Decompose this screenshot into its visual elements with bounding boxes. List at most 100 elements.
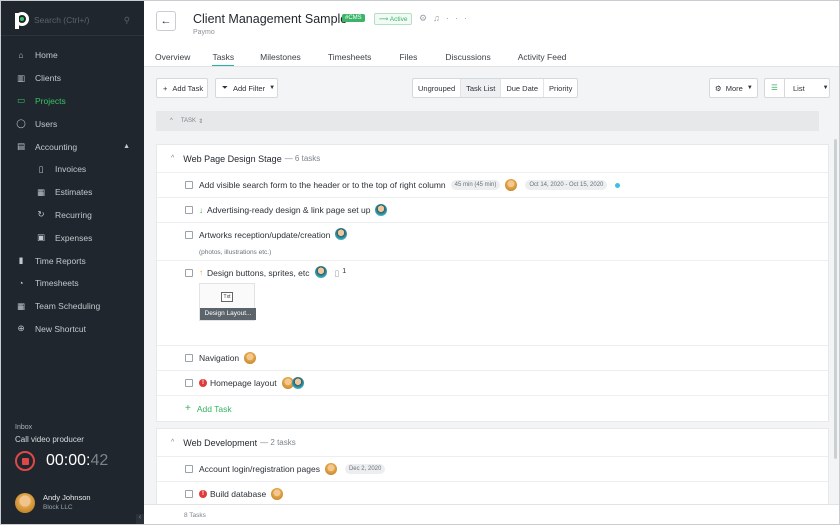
group-name: Web Development	[183, 437, 258, 448]
task-title[interactable]: Homepage layout	[210, 378, 277, 388]
scrollbar[interactable]	[834, 139, 837, 459]
user-icon: ◯	[16, 118, 26, 129]
sidebar-item-new-shortcut[interactable]: ⊕ New Shortcut	[1, 318, 144, 341]
avatar	[505, 179, 518, 191]
group-header[interactable]: ^ Web Page Design Stage — 6 tasks	[157, 145, 828, 173]
accounting-icon: ▤	[16, 141, 26, 152]
tab-discussions[interactable]: Discussions	[445, 52, 490, 66]
task-title[interactable]: Advertising-ready design & link page set…	[207, 205, 370, 215]
tab-milestones[interactable]: Milestones	[260, 52, 301, 66]
sidebar-item-timesheets[interactable]: ◔ Timesheets	[1, 272, 144, 295]
task-checkbox[interactable]	[185, 354, 193, 362]
table-row[interactable]: ↑ Design buttons, sprites, etc ▯ 1 Txt D…	[157, 261, 828, 346]
page-title: Client Management Sample	[193, 12, 348, 26]
sidebar-item-label: Accounting	[35, 141, 78, 152]
tab-bar: Overview Tasks Milestones Timesheets Fil…	[155, 52, 566, 66]
task-checkbox[interactable]	[185, 269, 193, 277]
sidebar-item-expenses[interactable]: ▣ Expenses	[1, 226, 144, 249]
attachment-name: Design Layout...	[200, 308, 256, 320]
table-row[interactable]: ! Homepage layout	[157, 371, 828, 396]
stop-timer-button[interactable]	[15, 451, 35, 471]
task-checkbox[interactable]	[185, 379, 193, 387]
task-count-footer: 8 Tasks	[144, 504, 839, 524]
estimate-icon: ▦	[36, 186, 46, 197]
stop-icon	[21, 457, 29, 465]
gear-icon[interactable]: ⚙	[419, 13, 433, 23]
task-column-header[interactable]: ^ TASK ⇕	[156, 111, 819, 131]
tab-overview[interactable]: Overview	[155, 52, 190, 66]
date-range-badge[interactable]: Oct 14, 2020 - Oct 15, 2020	[525, 180, 608, 190]
add-task-link[interactable]: + Add Task	[157, 396, 828, 421]
task-checkbox[interactable]	[185, 181, 193, 189]
attachment-thumbnail[interactable]: Txt Design Layout...	[199, 283, 256, 321]
group-ungrouped[interactable]: Ungrouped	[413, 79, 462, 97]
group-due-date[interactable]: Due Date	[501, 79, 544, 97]
group-task-list[interactable]: Task List	[461, 79, 502, 97]
gear-icon: ⚙	[715, 83, 722, 93]
table-row[interactable]: Add visible search form to the header or…	[157, 173, 828, 198]
paymo-logo[interactable]	[13, 12, 29, 30]
status-label: Active	[389, 16, 408, 23]
task-title[interactable]: Add visible search form to the header or…	[199, 180, 446, 190]
sidebar-item-home[interactable]: ⌂ Home	[1, 44, 144, 67]
inbox-label[interactable]: Inbox	[15, 424, 32, 431]
sidebar-item-projects[interactable]: ▭ Projects	[1, 90, 144, 113]
task-checkbox[interactable]	[185, 206, 193, 214]
group-priority[interactable]: Priority	[544, 79, 577, 97]
sidebar-item-team-scheduling[interactable]: ▦ Team Scheduling	[1, 295, 144, 318]
status-badge[interactable]: ⟿ Active	[374, 13, 413, 25]
plus-icon: +	[163, 83, 168, 93]
table-row[interactable]: ↓ Advertising-ready design & link page s…	[157, 198, 828, 223]
task-title[interactable]: Navigation	[199, 353, 239, 363]
add-task-button[interactable]: + Add Task	[156, 78, 208, 98]
chevron-up-icon: ^	[171, 439, 175, 446]
view-selector[interactable]: ☰ List ▼	[764, 78, 830, 98]
tab-activity-feed[interactable]: Activity Feed	[518, 52, 567, 66]
time-badge: 45 min (45 min)	[450, 180, 501, 190]
task-checkbox[interactable]	[185, 465, 193, 473]
table-row[interactable]: Account login/registration pages Dec 2, …	[157, 457, 828, 482]
tab-tasks[interactable]: Tasks	[212, 52, 235, 66]
task-title[interactable]: Artworks reception/update/creation	[199, 230, 330, 240]
current-task-label[interactable]: Call video producer	[15, 435, 84, 444]
sidebar-item-clients[interactable]: ▥ Clients	[1, 67, 144, 90]
add-filter-button[interactable]: ⏷ Add Filter ▼	[215, 78, 278, 98]
clients-icon: ▥	[16, 72, 26, 83]
task-checkbox[interactable]	[185, 231, 193, 239]
due-date-badge[interactable]: Dec 2, 2020	[344, 464, 386, 474]
sidebar-item-estimates[interactable]: ▦ Estimates	[1, 181, 144, 204]
sidebar-item-label: Team Scheduling	[35, 301, 101, 312]
task-title[interactable]: Design buttons, sprites, etc	[207, 268, 310, 278]
caret-down-icon: ▼	[822, 85, 829, 91]
avatar	[314, 266, 327, 278]
sidebar-item-invoices[interactable]: ▯ Invoices	[1, 158, 144, 181]
sidebar-item-label: New Shortcut	[35, 323, 87, 334]
user-profile[interactable]: Andy Johnson Block LLC	[15, 493, 91, 513]
tab-timesheets[interactable]: Timesheets	[328, 52, 372, 66]
sidebar-item-time-reports[interactable]: ▮ Time Reports	[1, 249, 144, 272]
avatar	[271, 488, 284, 500]
arrow-left-icon: ←	[160, 15, 172, 27]
table-row[interactable]: Artworks reception/update/creation (phot…	[157, 223, 828, 261]
group-count: — 6 tasks	[284, 154, 321, 163]
sidebar-item-users[interactable]: ◯ Users	[1, 112, 144, 135]
sidebar-item-recurring[interactable]: ↻ Recurring	[1, 204, 144, 227]
sidebar-item-label: Timesheets	[35, 278, 79, 289]
plus-circle-icon: ⊕	[17, 323, 25, 334]
task-checkbox[interactable]	[185, 490, 193, 498]
sidebar-item-accounting[interactable]: ▤ Accounting ▲	[1, 135, 144, 158]
collapse-sidebar-icon[interactable]: ‹	[136, 514, 144, 524]
task-title[interactable]: Account login/registration pages	[199, 464, 320, 474]
list-view-icon: ☰	[765, 79, 785, 97]
search-icon: ⚲	[123, 15, 130, 25]
more-button[interactable]: ⚙ More ▼	[709, 78, 758, 98]
tab-files[interactable]: Files	[399, 52, 417, 66]
group-header[interactable]: ^ Web Development — 2 tasks	[157, 429, 828, 457]
search-input[interactable]: Search (Ctrl+/) ⚲	[34, 15, 134, 29]
task-title[interactable]: Build database	[210, 489, 266, 499]
back-button[interactable]: ←	[156, 11, 176, 31]
more-dots-icon[interactable]: ···	[446, 13, 473, 23]
table-row[interactable]: Navigation	[157, 346, 828, 371]
add-task-label: Add Task	[196, 403, 232, 414]
bell-icon[interactable]: ♫	[433, 13, 446, 23]
